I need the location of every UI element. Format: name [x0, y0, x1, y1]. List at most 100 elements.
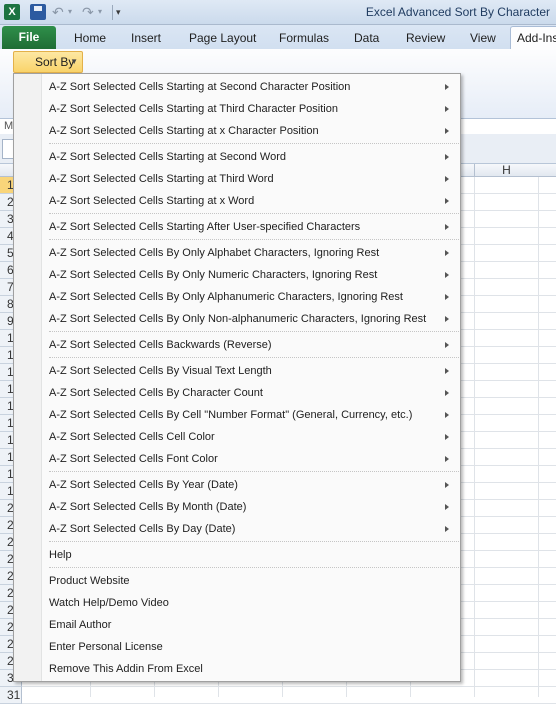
submenu-arrow-icon [445, 316, 449, 322]
submenu-arrow-icon [445, 176, 449, 182]
menu-item-20[interactable]: A-Z Sort Selected Cells By Day (Date) [49, 518, 459, 540]
undo-dropdown-icon[interactable]: ▾ [68, 4, 78, 20]
menu-item-label: A-Z Sort Selected Cells By Month (Date) [49, 501, 247, 513]
tab-page-layout[interactable]: Page Layout [189, 31, 256, 45]
menu-item-label: Product Website [49, 575, 130, 587]
menu-separator [49, 143, 459, 144]
tab-insert[interactable]: Insert [131, 31, 161, 45]
menu-item-26[interactable]: Remove This Addin From Excel [49, 658, 459, 680]
grid-row-line [22, 686, 556, 687]
submenu-arrow-icon [445, 368, 449, 374]
sort-by-button[interactable]: Sort By ▼ [13, 51, 83, 73]
qat-separator [112, 5, 113, 20]
menu-item-9[interactable]: A-Z Sort Selected Cells By Only Numeric … [49, 264, 459, 286]
tab-data[interactable]: Data [354, 31, 379, 45]
menu-item-15[interactable]: A-Z Sort Selected Cells By Cell "Number … [49, 404, 459, 426]
menu-item-3[interactable]: A-Z Sort Selected Cells Starting at x Ch… [49, 120, 459, 142]
tab-view[interactable]: View [470, 31, 496, 45]
submenu-arrow-icon [445, 412, 449, 418]
tab-home[interactable]: Home [74, 31, 106, 45]
submenu-arrow-icon [445, 504, 449, 510]
menu-item-10[interactable]: A-Z Sort Selected Cells By Only Alphanum… [49, 286, 459, 308]
menu-item-label: Enter Personal License [49, 641, 163, 653]
menu-item-2[interactable]: A-Z Sort Selected Cells Starting at Thir… [49, 98, 459, 120]
submenu-arrow-icon [445, 342, 449, 348]
menu-item-17[interactable]: A-Z Sort Selected Cells Font Color [49, 448, 459, 470]
undo-icon[interactable]: ↶ [52, 4, 68, 20]
menu-item-label: Email Author [49, 619, 112, 631]
menu-item-21[interactable]: Help [49, 544, 459, 566]
menu-item-label: A-Z Sort Selected Cells Starting at Thir… [49, 173, 274, 185]
menu-item-label: A-Z Sort Selected Cells Starting After U… [49, 221, 361, 233]
menu-item-6[interactable]: A-Z Sort Selected Cells Starting at x Wo… [49, 190, 459, 212]
submenu-arrow-icon [445, 128, 449, 134]
ribbon-group-label: M [4, 120, 14, 132]
menu-item-label: A-Z Sort Selected Cells By Character Cou… [49, 387, 263, 399]
submenu-arrow-icon [445, 250, 449, 256]
menu-item-8[interactable]: A-Z Sort Selected Cells By Only Alphabet… [49, 242, 459, 264]
sort-by-label: Sort By [35, 55, 75, 69]
menu-item-label: A-Z Sort Selected Cells Backwards (Rever… [49, 339, 272, 351]
grid-column-line [538, 177, 539, 697]
submenu-arrow-icon [445, 272, 449, 278]
submenu-arrow-icon [445, 526, 449, 532]
submenu-arrow-icon [445, 482, 449, 488]
chevron-down-icon: ▼ [70, 57, 78, 66]
menu-item-label: A-Z Sort Selected Cells Font Color [49, 453, 218, 465]
menu-item-label: A-Z Sort Selected Cells By Visual Text L… [49, 365, 272, 377]
menu-item-label: Help [49, 549, 72, 561]
redo-dropdown-icon[interactable]: ▾ [98, 4, 108, 20]
customize-qat-icon[interactable]: ▾ [116, 4, 126, 20]
menu-item-label: A-Z Sort Selected Cells By Only Numeric … [49, 269, 378, 281]
menu-item-label: Watch Help/Demo Video [49, 597, 169, 609]
menu-separator [49, 567, 459, 568]
title-bar: X ↶ ▾ ↷ ▾ ▾ Excel Advanced Sort By Chara… [0, 0, 556, 25]
menu-item-label: A-Z Sort Selected Cells Starting at Seco… [49, 151, 287, 163]
menu-item-11[interactable]: A-Z Sort Selected Cells By Only Non-alph… [49, 308, 459, 330]
menu-separator [49, 239, 459, 240]
excel-logo-icon[interactable]: X [4, 4, 20, 20]
menu-item-label: A-Z Sort Selected Cells By Only Alphanum… [49, 291, 403, 303]
window-title: Excel Advanced Sort By Character [365, 5, 550, 19]
submenu-arrow-icon [445, 390, 449, 396]
menu-separator [49, 541, 459, 542]
grid-column-line [474, 177, 475, 697]
menu-item-16[interactable]: A-Z Sort Selected Cells Cell Color [49, 426, 459, 448]
menu-item-7[interactable]: A-Z Sort Selected Cells Starting After U… [49, 216, 459, 238]
menu-separator [49, 357, 459, 358]
save-icon[interactable] [30, 4, 46, 20]
menu-icon-column [14, 74, 42, 681]
column-header-h[interactable]: H [474, 164, 538, 177]
menu-item-label: A-Z Sort Selected Cells By Cell "Number … [49, 409, 413, 421]
menu-item-label: A-Z Sort Selected Cells By Year (Date) [49, 479, 238, 491]
menu-item-label: A-Z Sort Selected Cells Starting at Seco… [49, 81, 351, 93]
tab-review[interactable]: Review [406, 31, 445, 45]
tab-formulas[interactable]: Formulas [279, 31, 329, 45]
menu-item-24[interactable]: Email Author [49, 614, 459, 636]
menu-separator [49, 213, 459, 214]
submenu-arrow-icon [445, 294, 449, 300]
menu-separator [49, 471, 459, 472]
menu-item-label: A-Z Sort Selected Cells By Only Alphabet… [49, 247, 380, 259]
row-header-31[interactable]: 31 [0, 687, 22, 704]
menu-item-13[interactable]: A-Z Sort Selected Cells By Visual Text L… [49, 360, 459, 382]
menu-item-25[interactable]: Enter Personal License [49, 636, 459, 658]
submenu-arrow-icon [445, 84, 449, 90]
menu-item-18[interactable]: A-Z Sort Selected Cells By Year (Date) [49, 474, 459, 496]
menu-item-label: A-Z Sort Selected Cells Starting at x Ch… [49, 125, 319, 137]
menu-item-5[interactable]: A-Z Sort Selected Cells Starting at Thir… [49, 168, 459, 190]
menu-item-19[interactable]: A-Z Sort Selected Cells By Month (Date) [49, 496, 459, 518]
tab-file[interactable]: File [2, 26, 56, 49]
menu-item-label: Remove This Addin From Excel [49, 663, 203, 675]
redo-icon[interactable]: ↷ [82, 4, 98, 20]
submenu-arrow-icon [445, 198, 449, 204]
menu-item-1[interactable]: A-Z Sort Selected Cells Starting at Seco… [49, 76, 459, 98]
submenu-arrow-icon [445, 154, 449, 160]
menu-item-4[interactable]: A-Z Sort Selected Cells Starting at Seco… [49, 146, 459, 168]
menu-item-label: A-Z Sort Selected Cells By Only Non-alph… [49, 313, 427, 325]
menu-item-12[interactable]: A-Z Sort Selected Cells Backwards (Rever… [49, 334, 459, 356]
tab-add-ins[interactable]: Add-Ins [510, 26, 556, 50]
menu-item-23[interactable]: Watch Help/Demo Video [49, 592, 459, 614]
menu-item-22[interactable]: Product Website [49, 570, 459, 592]
menu-item-14[interactable]: A-Z Sort Selected Cells By Character Cou… [49, 382, 459, 404]
